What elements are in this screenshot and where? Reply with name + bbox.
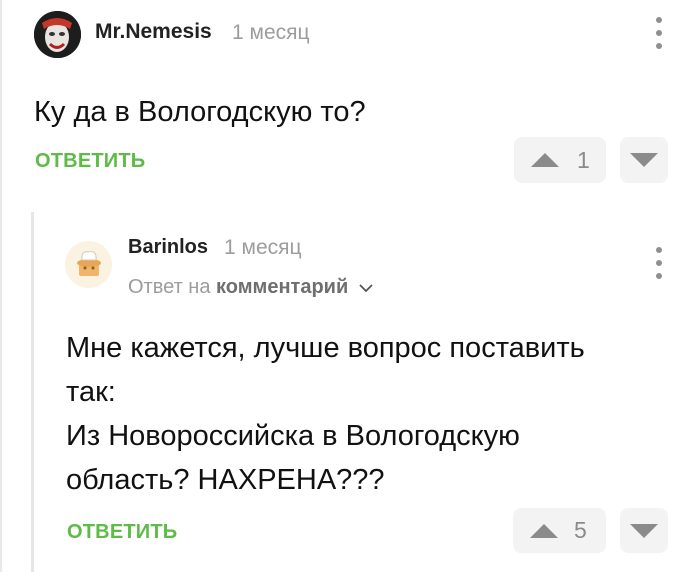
more-vertical-icon[interactable] — [654, 17, 664, 49]
comment-text: Мне кажется, лучше вопрос поставить так:… — [66, 326, 585, 502]
reply-to-prefix: Ответ на — [128, 276, 211, 298]
reply-to-target[interactable]: комментарий — [216, 276, 348, 298]
chevron-down-icon[interactable] — [358, 282, 374, 294]
author-name[interactable]: Mr.Nemesis — [95, 20, 212, 44]
comment-text: Ку да в Вологодскую то? — [34, 96, 366, 128]
reply-button[interactable]: ОТВЕТИТЬ — [35, 150, 145, 173]
comment-text-line: область? НАХРЕНА??? — [66, 464, 385, 496]
triangle-up-icon — [530, 523, 558, 538]
thread-indent-line — [31, 212, 34, 572]
triangle-up-icon — [531, 153, 559, 167]
downvote-button[interactable] — [620, 508, 668, 553]
vote-count: 5 — [574, 517, 587, 543]
comment-time: 1 месяц — [232, 21, 310, 44]
avatar[interactable] — [34, 11, 81, 58]
avatar-image — [34, 11, 81, 58]
author-name[interactable]: Barinlos — [128, 236, 208, 259]
vote-count: 1 — [577, 146, 590, 173]
comment-text-line: Из Новороссийска в Вологодскую — [66, 420, 520, 452]
triangle-down-icon — [630, 523, 658, 538]
downvote-button[interactable] — [620, 137, 668, 183]
triangle-down-icon — [630, 153, 658, 167]
comment-time: 1 месяц — [224, 236, 302, 259]
avatar[interactable] — [65, 241, 112, 288]
comment-text-line: Мне кажется, лучше вопрос поставить — [66, 332, 585, 364]
upvote-button[interactable]: 1 — [514, 137, 606, 183]
upvote-button[interactable]: 5 — [513, 508, 606, 553]
reply-to-link[interactable]: Ответ на комментарий — [128, 276, 374, 299]
reply-button[interactable]: ОТВЕТИТЬ — [67, 521, 177, 544]
more-vertical-icon[interactable] — [654, 247, 664, 279]
page-left-border — [0, 0, 2, 572]
avatar-image — [65, 241, 112, 288]
comment-text-line: так: — [66, 376, 116, 408]
